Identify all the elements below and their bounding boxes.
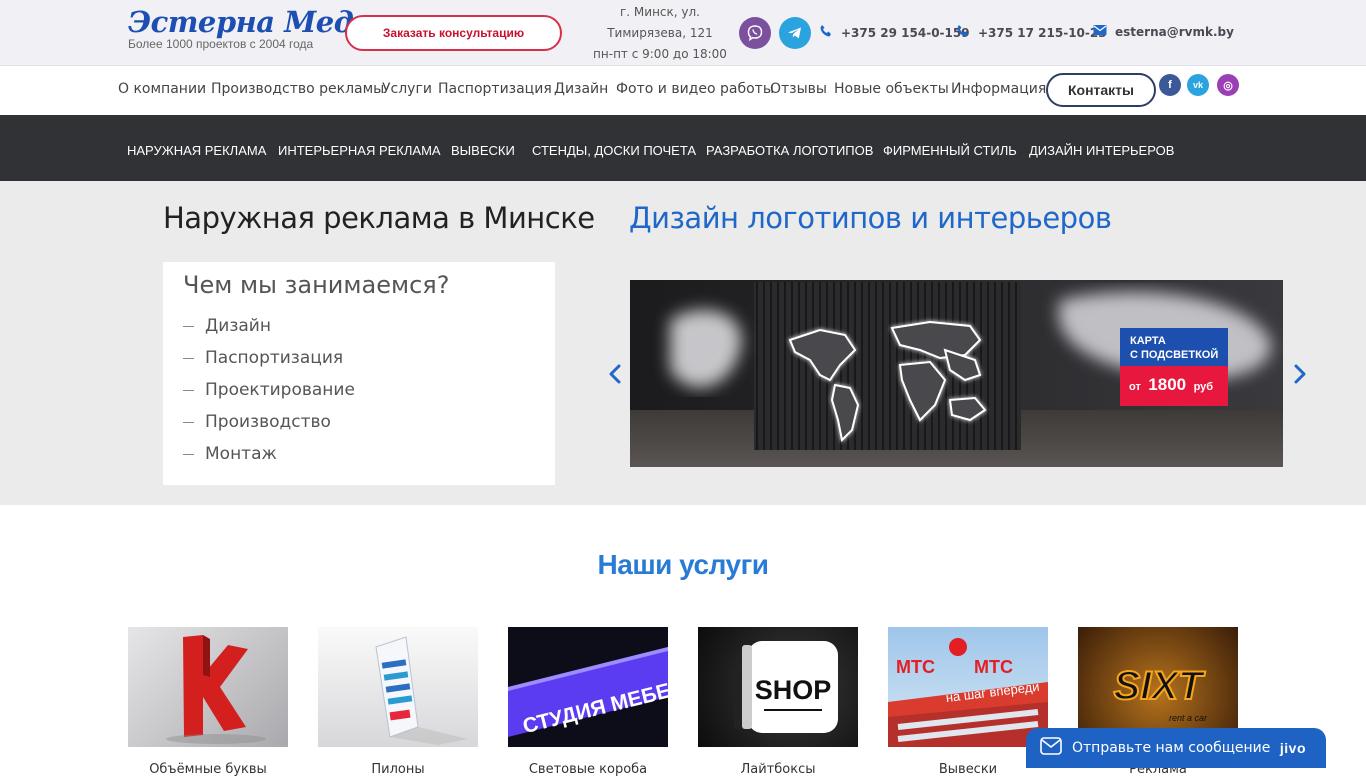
viber-icon[interactable] bbox=[739, 17, 771, 49]
category-menu: НАРУЖНАЯ РЕКЛАМА ИНТЕРЬЕРНАЯ РЕКЛАМА ВЫВ… bbox=[0, 115, 1366, 181]
list-item[interactable]: Монтаж bbox=[183, 438, 355, 470]
menu-interior-ads[interactable]: ИНТЕРЬЕРНАЯ РЕКЛАМА bbox=[278, 143, 441, 158]
menu-stands[interactable]: СТЕНДЫ, ДОСКИ ПОЧЕТА bbox=[532, 143, 696, 158]
contacts-button[interactable]: Контакты bbox=[1046, 73, 1156, 107]
chat-envelope-icon bbox=[1040, 737, 1062, 759]
list-item[interactable]: Дизайн bbox=[183, 310, 355, 342]
service-label[interactable]: Пилоны bbox=[318, 762, 478, 777]
nav-item-design[interactable]: Дизайн bbox=[554, 81, 608, 97]
what-we-do-card: Чем мы занимаемся? Дизайн Паспортизация … bbox=[163, 262, 555, 485]
nav-item-services[interactable]: Услуги bbox=[382, 81, 432, 97]
vk-icon[interactable]: vk bbox=[1187, 74, 1209, 96]
service-label[interactable]: Световые короба bbox=[508, 762, 668, 777]
email-link[interactable]: esterna@rvmk.by bbox=[1093, 24, 1234, 39]
hero-subtitle[interactable]: Дизайн логотипов и интерьеров bbox=[629, 201, 1112, 235]
facebook-icon[interactable]: f bbox=[1159, 74, 1181, 96]
instagram-icon[interactable]: ◎ bbox=[1217, 74, 1239, 96]
service-label[interactable]: Вывески bbox=[888, 762, 1048, 777]
main-nav: О компании Производство рекламы Услуги П… bbox=[0, 66, 1366, 115]
slider-prev-arrow-icon[interactable] bbox=[606, 364, 624, 384]
phone-2-text: +375 17 215-10-23 bbox=[978, 25, 1107, 40]
phone-1-text: +375 29 154-0-159 bbox=[841, 25, 970, 40]
service-thumb-letters[interactable] bbox=[128, 627, 288, 747]
card-title: Чем мы занимаемся? bbox=[183, 271, 450, 299]
nav-item-passport[interactable]: Паспортизация bbox=[438, 81, 552, 97]
svg-text:МТС: МТС bbox=[974, 657, 1013, 677]
phone-icon bbox=[819, 24, 833, 41]
dash-icon bbox=[183, 357, 194, 359]
list-item[interactable]: Производство bbox=[183, 406, 355, 438]
nav-item-info[interactable]: Информация bbox=[951, 81, 1046, 97]
logo[interactable]: Эстерна Медиа Более 1000 проектов с 2004… bbox=[128, 5, 393, 51]
dash-icon bbox=[183, 421, 194, 423]
slide-image: КАРТА С ПОДСВЕТКОЙ от 1800 руб bbox=[630, 280, 1283, 467]
phone-icon bbox=[956, 24, 970, 41]
menu-outdoor-ads[interactable]: НАРУЖНАЯ РЕКЛАМА bbox=[127, 143, 266, 158]
nav-item-new-objects[interactable]: Новые объекты bbox=[834, 81, 949, 97]
services-title: Наши услуги bbox=[597, 549, 769, 580]
dash-icon bbox=[183, 389, 194, 391]
phone-2[interactable]: +375 17 215-10-23 bbox=[956, 24, 1107, 41]
hero-section: Наружная реклама в Минске Дизайн логотип… bbox=[0, 181, 1366, 505]
activity-list: Дизайн Паспортизация Проектирование Прои… bbox=[183, 310, 355, 470]
thumb-text: МТС bbox=[896, 657, 935, 677]
dash-icon bbox=[183, 325, 194, 327]
list-item[interactable]: Проектирование bbox=[183, 374, 355, 406]
service-thumb-shop[interactable]: SHOP bbox=[698, 627, 858, 747]
address-block: г. Минск, ул. Тимирязева, 121 пн-пт с 9:… bbox=[590, 2, 730, 65]
service-thumb-lightboxes[interactable]: СТУДИЯ МЕБЕЛИ bbox=[508, 627, 668, 747]
address-line2: Тимирязева, 121 bbox=[607, 26, 713, 40]
hero-title: Наружная реклама в Минске bbox=[163, 201, 595, 235]
menu-interior-design[interactable]: ДИЗАЙН ИНТЕРЬЕРОВ bbox=[1029, 143, 1174, 158]
logo-subtitle: Более 1000 проектов с 2004 года bbox=[128, 37, 314, 51]
thumb-subtext: rent a car bbox=[1169, 713, 1208, 723]
thumb-text: SIXT bbox=[1114, 664, 1206, 708]
service-label[interactable]: Лайтбоксы bbox=[698, 762, 858, 777]
menu-brand-style[interactable]: ФИРМЕННЫЙ СТИЛЬ bbox=[883, 143, 1017, 158]
slider-next-arrow-icon[interactable] bbox=[1291, 364, 1309, 384]
service-thumb-pylons[interactable] bbox=[318, 627, 478, 747]
hero-slider[interactable]: КАРТА С ПОДСВЕТКОЙ от 1800 руб bbox=[630, 280, 1283, 467]
top-bar: Эстерна Медиа Более 1000 проектов с 2004… bbox=[0, 0, 1366, 66]
address-line1: г. Минск, ул. bbox=[620, 5, 700, 19]
email-text: esterna@rvmk.by bbox=[1115, 24, 1234, 39]
nav-item-reviews[interactable]: Отзывы bbox=[770, 81, 827, 97]
service-thumb-signs[interactable]: МТС МТС на шаг впереди bbox=[888, 627, 1048, 747]
badge-line1: КАРТА bbox=[1130, 335, 1166, 347]
nav-item-photo-video[interactable]: Фото и видео работы bbox=[616, 81, 774, 97]
menu-logo-design[interactable]: РАЗРАБОТКА ЛОГОТИПОВ bbox=[706, 143, 873, 158]
working-hours: пн-пт с 9:00 до 18:00 bbox=[593, 47, 727, 61]
logo-title: Эстерна Медиа bbox=[128, 5, 393, 39]
list-item[interactable]: Паспортизация bbox=[183, 342, 355, 374]
phone-1[interactable]: +375 29 154-0-159 bbox=[819, 24, 970, 41]
menu-signs[interactable]: ВЫВЕСКИ bbox=[451, 143, 515, 158]
chat-brand-logo: jivo bbox=[1279, 740, 1306, 756]
telegram-icon[interactable] bbox=[779, 17, 811, 49]
nav-item-about[interactable]: О компании bbox=[118, 81, 206, 97]
badge-line2: С ПОДСВЕТКОЙ bbox=[1130, 348, 1218, 361]
nav-item-production[interactable]: Производство рекламы bbox=[211, 81, 384, 97]
chat-widget-button[interactable]: Отправьте нам сообщение jivo bbox=[1026, 728, 1326, 768]
service-label[interactable]: Объёмные буквы bbox=[128, 762, 288, 777]
dash-icon bbox=[183, 453, 194, 455]
email-icon bbox=[1093, 24, 1107, 39]
thumb-text: SHOP bbox=[755, 675, 832, 705]
consultation-button[interactable]: Заказать консультацию bbox=[345, 15, 562, 51]
chat-text: Отправьте нам сообщение bbox=[1072, 740, 1271, 756]
